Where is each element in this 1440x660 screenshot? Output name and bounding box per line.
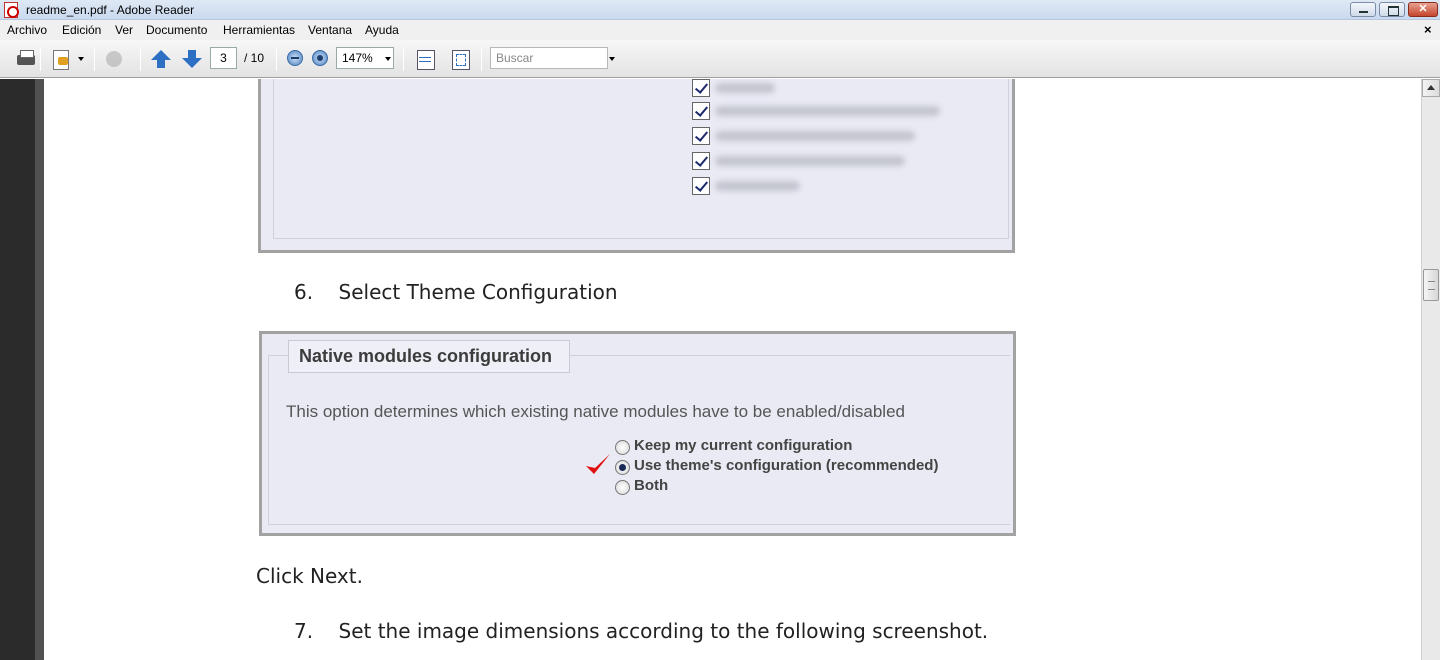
- zoom-out-icon[interactable]: [287, 50, 303, 66]
- restore-icon: [1380, 3, 1404, 16]
- restore-button[interactable]: [1379, 2, 1405, 17]
- send-file-icon[interactable]: [50, 49, 72, 70]
- fieldset-border: [268, 355, 269, 525]
- next-page-icon[interactable]: [181, 49, 203, 69]
- checkbox-checked-icon: [692, 177, 710, 195]
- blurred-text: [715, 156, 905, 166]
- menu-documento[interactable]: Documento: [146, 23, 207, 37]
- collaborate-icon: [104, 49, 126, 69]
- radio-label: Keep my current configuration: [634, 437, 853, 454]
- red-checkmark-icon: [586, 454, 610, 474]
- radio-both: [615, 480, 630, 495]
- checkbox-checked-icon: [692, 127, 710, 145]
- menu-bar: Archivo Edición Ver Documento Herramient…: [0, 20, 1440, 40]
- toolbar-separator: [140, 47, 141, 71]
- step-6-text: 6. Select Theme Configuration: [294, 280, 618, 304]
- menu-edicion[interactable]: Edición: [62, 23, 101, 37]
- chevron-down-icon[interactable]: [78, 57, 84, 61]
- fieldset-description: This option determines which existing na…: [286, 402, 905, 421]
- radio-use-theme: [615, 460, 630, 475]
- blurred-text: [715, 181, 800, 191]
- embedded-screenshot-native-modules: Native modules configuration This option…: [259, 331, 1016, 536]
- radio-label: Use theme's configuration (recommended): [634, 457, 939, 474]
- step-7-text: 7. Set the image dimensions according to…: [294, 619, 989, 643]
- blurred-text: [715, 106, 940, 116]
- close-window-button[interactable]: ✕: [1408, 2, 1438, 17]
- menu-archivo[interactable]: Archivo: [7, 23, 47, 37]
- fieldset-border: [268, 524, 1010, 525]
- fieldset-legend: Native modules configuration: [288, 340, 570, 373]
- chevron-down-icon[interactable]: [609, 57, 615, 61]
- menu-ayuda[interactable]: Ayuda: [365, 23, 399, 37]
- search-input[interactable]: Buscar: [490, 47, 608, 69]
- window-title: readme_en.pdf - Adobe Reader: [26, 3, 195, 17]
- toolbar-separator: [40, 47, 41, 71]
- minimize-icon: [1351, 3, 1375, 16]
- radio-label: Both: [634, 477, 669, 494]
- vertical-scrollbar[interactable]: [1421, 79, 1440, 660]
- chevron-down-icon: [385, 57, 391, 61]
- close-document-button[interactable]: ×: [1424, 22, 1432, 37]
- toolbar-separator: [94, 47, 95, 71]
- previous-page-icon[interactable]: [150, 49, 172, 69]
- checkbox-checked-icon: [692, 102, 710, 120]
- menu-ventana[interactable]: Ventana: [308, 23, 352, 37]
- checkbox-checked-icon: [692, 152, 710, 170]
- click-next-text: Click Next.: [256, 564, 363, 588]
- toolbar-separator: [403, 47, 404, 71]
- menu-herramientas[interactable]: Herramientas: [223, 23, 295, 37]
- radio-keep-current: [615, 440, 630, 455]
- page-number-input[interactable]: 3: [210, 47, 237, 69]
- zoom-in-icon[interactable]: [312, 50, 328, 66]
- zoom-value: 147%: [342, 51, 373, 65]
- toolbar-separator: [276, 47, 277, 71]
- menu-ver[interactable]: Ver: [115, 23, 133, 37]
- zoom-select[interactable]: 147%: [336, 47, 394, 69]
- fit-width-icon[interactable]: [449, 49, 471, 70]
- navigation-panel: [0, 79, 44, 660]
- scroll-up-icon[interactable]: [1422, 79, 1440, 97]
- title-bar: readme_en.pdf - Adobe Reader ✕: [0, 0, 1440, 20]
- close-icon: ✕: [1418, 3, 1428, 15]
- toolbar-separator: [481, 47, 482, 71]
- page-total: / 10: [244, 51, 265, 65]
- checkbox-checked-icon: [692, 79, 710, 97]
- print-icon[interactable]: [15, 49, 37, 69]
- blurred-text: [715, 131, 915, 141]
- fit-page-icon[interactable]: [414, 49, 436, 70]
- adobe-reader-icon: [4, 2, 19, 18]
- scroll-thumb[interactable]: [1423, 269, 1439, 301]
- minimize-button[interactable]: [1350, 2, 1376, 17]
- blurred-text: [715, 83, 775, 93]
